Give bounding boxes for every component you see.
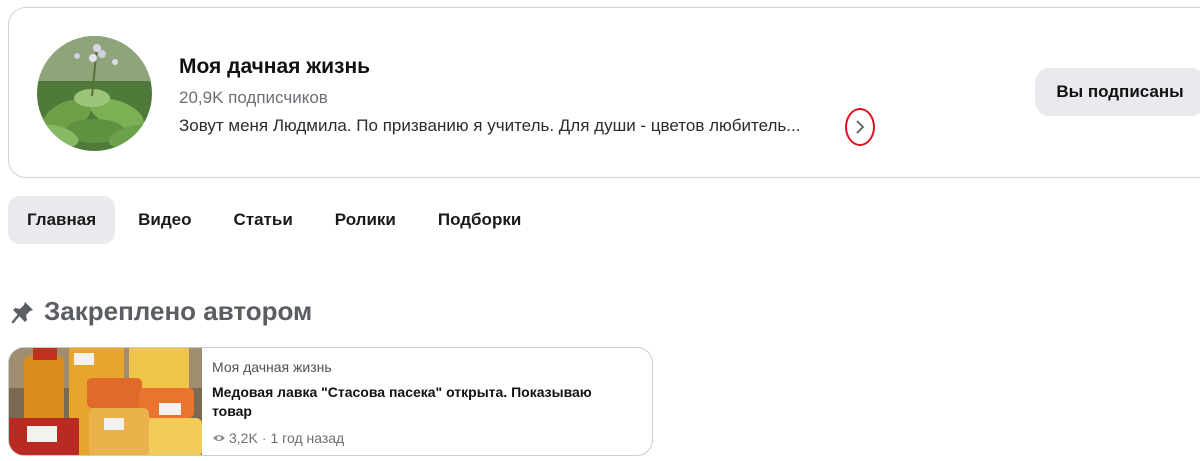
pinned-article-card[interactable]: Моя дачная жизнь Медовая лавка "Стасова … — [8, 347, 653, 456]
tab-shorts[interactable]: Ролики — [316, 196, 415, 244]
pin-icon — [11, 301, 33, 323]
publish-age: 1 год назад — [270, 430, 345, 446]
tab-collections[interactable]: Подборки — [419, 196, 540, 244]
channel-avatar[interactable] — [37, 36, 152, 151]
pinned-title: Закреплено автором — [44, 296, 313, 326]
article-thumbnail — [9, 348, 202, 455]
article-title[interactable]: Медовая лавка "Стасова пасека" открыта. … — [212, 383, 632, 421]
eye-icon — [213, 435, 225, 441]
tab-articles[interactable]: Статьи — [215, 196, 312, 244]
channel-header-card: Моя дачная жизнь 20,9K подписчиков Зовут… — [8, 7, 1200, 178]
article-meta: 3,2K · 1 год назад — [212, 430, 344, 446]
tab-video[interactable]: Видео — [119, 196, 210, 244]
meta-separator: · — [261, 430, 267, 446]
chevron-right-icon — [856, 120, 865, 134]
pinned-section-heading: Закреплено автором — [10, 296, 312, 327]
view-count: 3,2K — [229, 430, 258, 446]
article-source[interactable]: Моя дачная жизнь — [212, 359, 332, 375]
tab-home[interactable]: Главная — [8, 196, 116, 244]
channel-description: Зовут меня Людмила. По призванию я учите… — [179, 116, 801, 135]
subscribed-button[interactable]: Вы подписаны — [1035, 68, 1200, 116]
expand-description-button[interactable] — [845, 108, 875, 146]
channel-title: Моя дачная жизнь — [179, 55, 371, 78]
channel-tabs: Главная Видео Статьи Ролики Подборки — [8, 196, 544, 244]
subscriber-count: 20,9K подписчиков — [179, 88, 328, 107]
